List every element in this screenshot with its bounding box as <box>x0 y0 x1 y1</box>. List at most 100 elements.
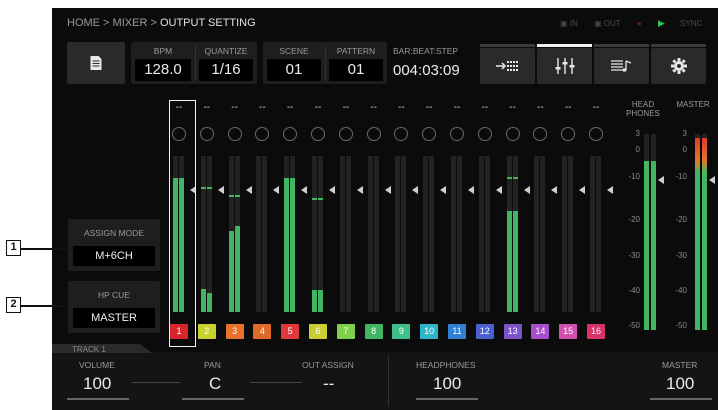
level-meter <box>200 156 206 312</box>
channel-strip[interactable]: -- 9 <box>388 98 419 339</box>
channel-output-value: -- <box>314 102 322 113</box>
meter-bar-fill <box>644 161 649 330</box>
tab-settings[interactable] <box>651 48 706 84</box>
assign-mode-field[interactable]: ASSIGN MODE M+6CH <box>68 219 160 271</box>
headphones-value[interactable]: 100 <box>433 374 461 394</box>
hp-cue-field[interactable]: HP CUE MASTER <box>68 281 160 333</box>
out-assign-value[interactable]: -- <box>323 374 334 394</box>
volume-label: VOLUME <box>79 360 115 370</box>
channel-strip[interactable]: -- 15 <box>555 98 586 339</box>
pan-knob[interactable] <box>311 127 325 141</box>
channel-strip[interactable]: -- 12 <box>472 98 502 339</box>
channel-number-button[interactable]: 11 <box>448 324 466 339</box>
meter-fader-handle[interactable] <box>658 176 664 184</box>
pan-knob[interactable] <box>199 127 214 141</box>
pan-knob[interactable] <box>283 127 298 141</box>
channel-number-button[interactable]: 7 <box>336 324 355 339</box>
channel-strip[interactable]: -- 11 <box>444 98 474 339</box>
pattern-label: PATTERN <box>336 46 376 56</box>
pan-value[interactable]: C <box>209 374 221 394</box>
scene-field[interactable]: SCENE 01 <box>263 42 325 84</box>
channel-number-button[interactable]: 9 <box>392 324 411 339</box>
pan-knob[interactable] <box>422 127 437 141</box>
level-meter <box>284 156 290 312</box>
channel-output-value: -- <box>342 102 350 113</box>
volume-slider[interactable] <box>67 398 129 400</box>
headphones-meter-label: HEAD PHONES <box>626 100 660 118</box>
channel-number-button[interactable]: 13 <box>503 324 522 339</box>
meter-scale-label: -30 <box>675 250 687 260</box>
sync-indicator[interactable]: SYNC <box>680 19 702 28</box>
tab-sequencer[interactable] <box>480 48 535 84</box>
pan-knob[interactable] <box>477 127 492 141</box>
master-value[interactable]: 100 <box>666 374 694 394</box>
meter-bar <box>644 134 649 330</box>
level-meter-fill <box>318 290 323 312</box>
record-indicator: ● <box>637 19 642 28</box>
channel-strip[interactable]: -- 3 <box>222 98 252 339</box>
meter-scale-label: -10 <box>628 172 640 182</box>
tab-indicator-instrument <box>594 44 649 47</box>
fader-handle[interactable] <box>607 186 613 194</box>
meter-fader-handle[interactable] <box>709 176 715 184</box>
level-meter <box>262 156 268 312</box>
tab-mixer[interactable] <box>537 48 592 84</box>
channel-strip[interactable]: -- 7 <box>333 98 363 339</box>
pan-knob[interactable] <box>505 127 520 141</box>
channel-strip[interactable]: -- 4 <box>249 98 280 339</box>
channel-strip[interactable]: -- 6 <box>305 98 335 339</box>
pan-slider[interactable] <box>182 398 244 400</box>
channel-strip[interactable]: -- 2 <box>194 98 224 339</box>
midi-in-label: IN <box>569 19 578 28</box>
channel-number-button[interactable]: 10 <box>420 324 439 339</box>
bpm-quantize-panel: BPM 128.0 QUANTIZE 1/16 <box>131 42 257 84</box>
pan-knob[interactable] <box>533 127 548 141</box>
channel-strip[interactable]: -- 14 <box>527 98 558 339</box>
channel-output-value: -- <box>592 102 600 113</box>
play-icon[interactable]: ▶ <box>658 18 665 29</box>
pattern-field[interactable]: PATTERN 01 <box>325 42 387 84</box>
file-button[interactable] <box>67 42 125 84</box>
level-meter <box>373 156 379 312</box>
channel-number-button[interactable]: 8 <box>364 324 383 339</box>
meter-scale-label: -50 <box>675 321 687 331</box>
level-meter-fill <box>506 210 512 312</box>
breadcrumb-mixer[interactable]: MIXER <box>113 17 148 29</box>
channel-strip[interactable]: -- 16 <box>583 98 613 339</box>
headphones-slider[interactable] <box>416 398 478 400</box>
channel-strip[interactable]: -- 5 <box>277 98 308 339</box>
quantize-field[interactable]: QUANTIZE 1/16 <box>195 42 257 84</box>
master-slider[interactable] <box>650 398 712 400</box>
channel-strip[interactable]: -- 8 <box>361 98 391 339</box>
pan-knob[interactable] <box>366 127 381 141</box>
channel-number-button[interactable]: 12 <box>475 324 494 339</box>
pan-knob[interactable] <box>227 127 242 141</box>
channel-strip[interactable]: -- 13 <box>500 98 530 339</box>
tab-instrument[interactable] <box>594 48 649 84</box>
channel-number-button[interactable]: 15 <box>559 324 578 339</box>
channel-number-button[interactable]: 6 <box>309 324 327 339</box>
channel-strip[interactable]: -- 10 <box>416 98 447 339</box>
pan-knob[interactable] <box>589 127 603 141</box>
bpm-field[interactable]: BPM 128.0 <box>131 42 195 84</box>
pan-knob[interactable] <box>561 127 576 141</box>
channel-number-button[interactable]: 5 <box>281 324 300 339</box>
volume-value[interactable]: 100 <box>83 374 111 394</box>
channel-number-button[interactable]: 4 <box>253 324 272 339</box>
channel-number-button[interactable]: 14 <box>531 324 550 339</box>
meter-bar-fill <box>651 161 656 330</box>
pan-knob[interactable] <box>394 127 409 141</box>
pan-knob[interactable] <box>255 127 270 141</box>
channel-number-button[interactable]: 3 <box>225 324 244 339</box>
pan-knob[interactable] <box>450 127 464 141</box>
pan-knob[interactable] <box>338 127 353 141</box>
breadcrumb-home[interactable]: HOME <box>67 17 100 29</box>
channel-number-button[interactable]: 16 <box>587 324 605 339</box>
level-meter <box>256 156 262 312</box>
mixer-icon <box>555 58 574 74</box>
meter-scale-label: 3 <box>682 129 687 138</box>
channel-number-button[interactable]: 2 <box>197 324 216 339</box>
track-parameter-bar: TRACK 1 VOLUME 100 PAN C OUT ASSIGN -- H… <box>52 344 718 410</box>
level-meter <box>228 156 234 312</box>
meter-bar <box>651 134 656 330</box>
